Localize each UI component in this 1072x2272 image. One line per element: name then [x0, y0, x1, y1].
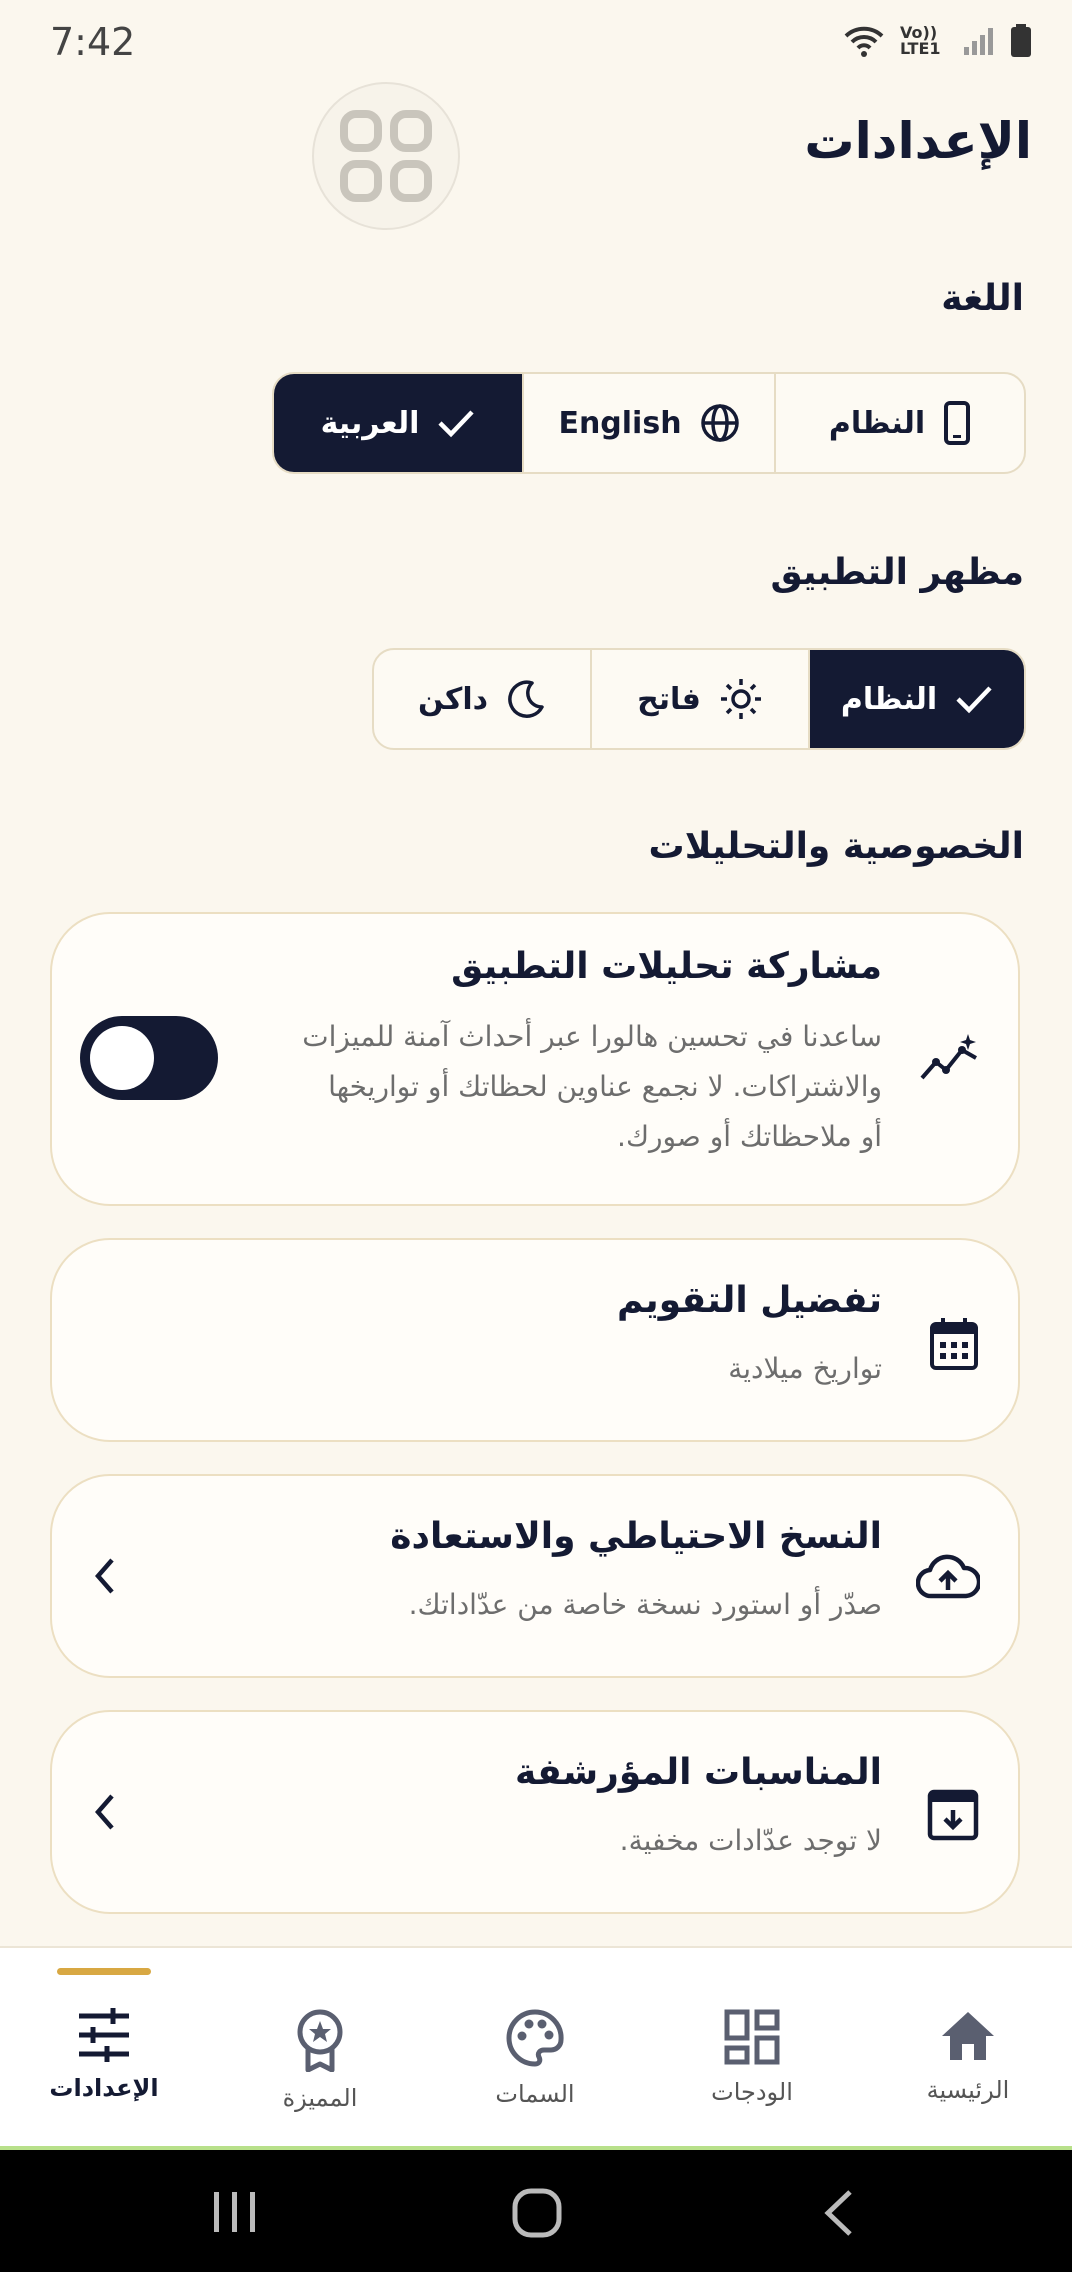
language-selector: النظام English العربية [272, 372, 1026, 474]
moon-icon [508, 680, 544, 718]
sun-icon [720, 679, 761, 719]
archived-subtitle: لا توجد عدّادات مخفية. [619, 1824, 882, 1857]
signal-icon [964, 28, 993, 55]
status-icons: Vo)) LTE1 [842, 24, 1032, 58]
archived-title: المناسبات المؤرشفة [515, 1752, 882, 1793]
nav-item-label: السمات [495, 2080, 575, 2108]
active-tab-indicator [57, 1968, 151, 1975]
badge-icon [297, 2009, 343, 2073]
calendar-subtitle: تواريخ ميلادية [728, 1352, 882, 1385]
check-icon [956, 686, 992, 714]
status-time: 7:42 [50, 20, 136, 64]
calendar-title: تفضيل التقويم [616, 1280, 882, 1321]
chevron-left-icon [95, 1794, 114, 1830]
appearance-option-light[interactable]: فاتح [590, 650, 808, 748]
language-option-system[interactable]: النظام [774, 374, 1024, 472]
grid-icon [340, 110, 432, 202]
archived-events-card[interactable]: المناسبات المؤرشفة لا توجد عدّادات مخفية… [50, 1710, 1020, 1914]
cloud-upload-icon [916, 1554, 980, 1599]
analytics-card: مشاركة تحليلات التطبيق ساعدنا في تحسين ه… [50, 912, 1020, 1206]
backup-restore-card[interactable]: النسخ الاحتياطي والاستعادة صدّر أو استور… [50, 1474, 1020, 1678]
appearance-option-label: داكن [417, 681, 489, 717]
appearance-option-label: النظام [840, 681, 938, 717]
nav-item-themes[interactable]: السمات [445, 2008, 625, 2108]
language-section-title: اللغة [941, 278, 1024, 319]
analytics-toggle[interactable] [80, 1016, 218, 1100]
privacy-section-title: الخصوصية والتحليلات [648, 826, 1024, 867]
widgets-icon [724, 2009, 780, 2065]
wifi-icon [844, 26, 884, 57]
analytics-description-line: والاشتراكات. لا نجمع عناوين لحظاتك أو تو… [328, 1070, 882, 1103]
page-title: الإعدادات [804, 112, 1032, 170]
backup-subtitle: صدّر أو استورد نسخة خاصة من عدّاداتك. [408, 1588, 882, 1621]
language-option-arabic[interactable]: العربية [274, 374, 522, 472]
network-label: Vo)) LTE1 [900, 23, 941, 58]
language-option-label: النظام [828, 405, 926, 441]
calendar-icon [930, 1318, 978, 1370]
app-logo [312, 82, 460, 230]
battery-icon [1011, 24, 1031, 57]
check-icon [438, 410, 475, 438]
nav-item-label: الرئيسية [926, 2076, 1010, 2104]
bottom-navigation: الرئيسية الودجات السمات المميزة الإعدادا… [0, 1946, 1072, 2150]
language-option-label: English [558, 405, 682, 441]
chevron-left-icon [95, 1558, 114, 1594]
language-option-label: العربية [320, 405, 420, 441]
nav-item-label: المميزة [282, 2084, 358, 2112]
sliders-icon [79, 2008, 129, 2062]
analytics-description-line: ساعدنا في تحسين هالورا عبر أحداث آمنة لل… [302, 1020, 882, 1053]
appearance-option-system[interactable]: النظام [808, 650, 1024, 748]
appearance-option-dark[interactable]: داكن [374, 650, 590, 748]
appearance-selector: النظام فاتح داكن [372, 648, 1026, 750]
nav-item-home[interactable]: الرئيسية [878, 2008, 1058, 2104]
analytics-title: مشاركة تحليلات التطبيق [451, 946, 882, 987]
archive-icon [927, 1789, 979, 1841]
analytics-sparkle-icon [920, 1034, 977, 1080]
back-icon[interactable] [822, 2188, 854, 2238]
nav-item-label: الإعدادات [49, 2074, 159, 2102]
analytics-description: ساعدنا في تحسين هالورا عبر أحداث آمنة لل… [302, 1012, 882, 1162]
backup-title: النسخ الاحتياطي والاستعادة [390, 1516, 882, 1557]
toggle-knob [90, 1026, 154, 1090]
analytics-description-line: أو ملاحظاتك أو صورك. [617, 1120, 882, 1153]
appearance-section-title: مظهر التطبيق [770, 552, 1024, 593]
home-icon [942, 2012, 994, 2060]
home-button-icon[interactable] [512, 2188, 562, 2238]
nav-item-settings[interactable]: الإعدادات [14, 2008, 194, 2102]
appearance-option-label: فاتح [637, 681, 701, 717]
phone-icon [944, 401, 971, 445]
nav-item-widgets[interactable]: الودجات [662, 2008, 842, 2106]
nav-item-premium[interactable]: المميزة [230, 2008, 410, 2112]
language-option-english[interactable]: English [522, 374, 774, 472]
recent-apps-icon[interactable] [212, 2190, 258, 2234]
nav-item-label: الودجات [711, 2078, 793, 2106]
system-navigation-bar [0, 2150, 1072, 2272]
globe-icon [700, 404, 739, 442]
calendar-preference-card[interactable]: تفضيل التقويم تواريخ ميلادية [50, 1238, 1020, 1442]
palette-icon [506, 2009, 564, 2067]
